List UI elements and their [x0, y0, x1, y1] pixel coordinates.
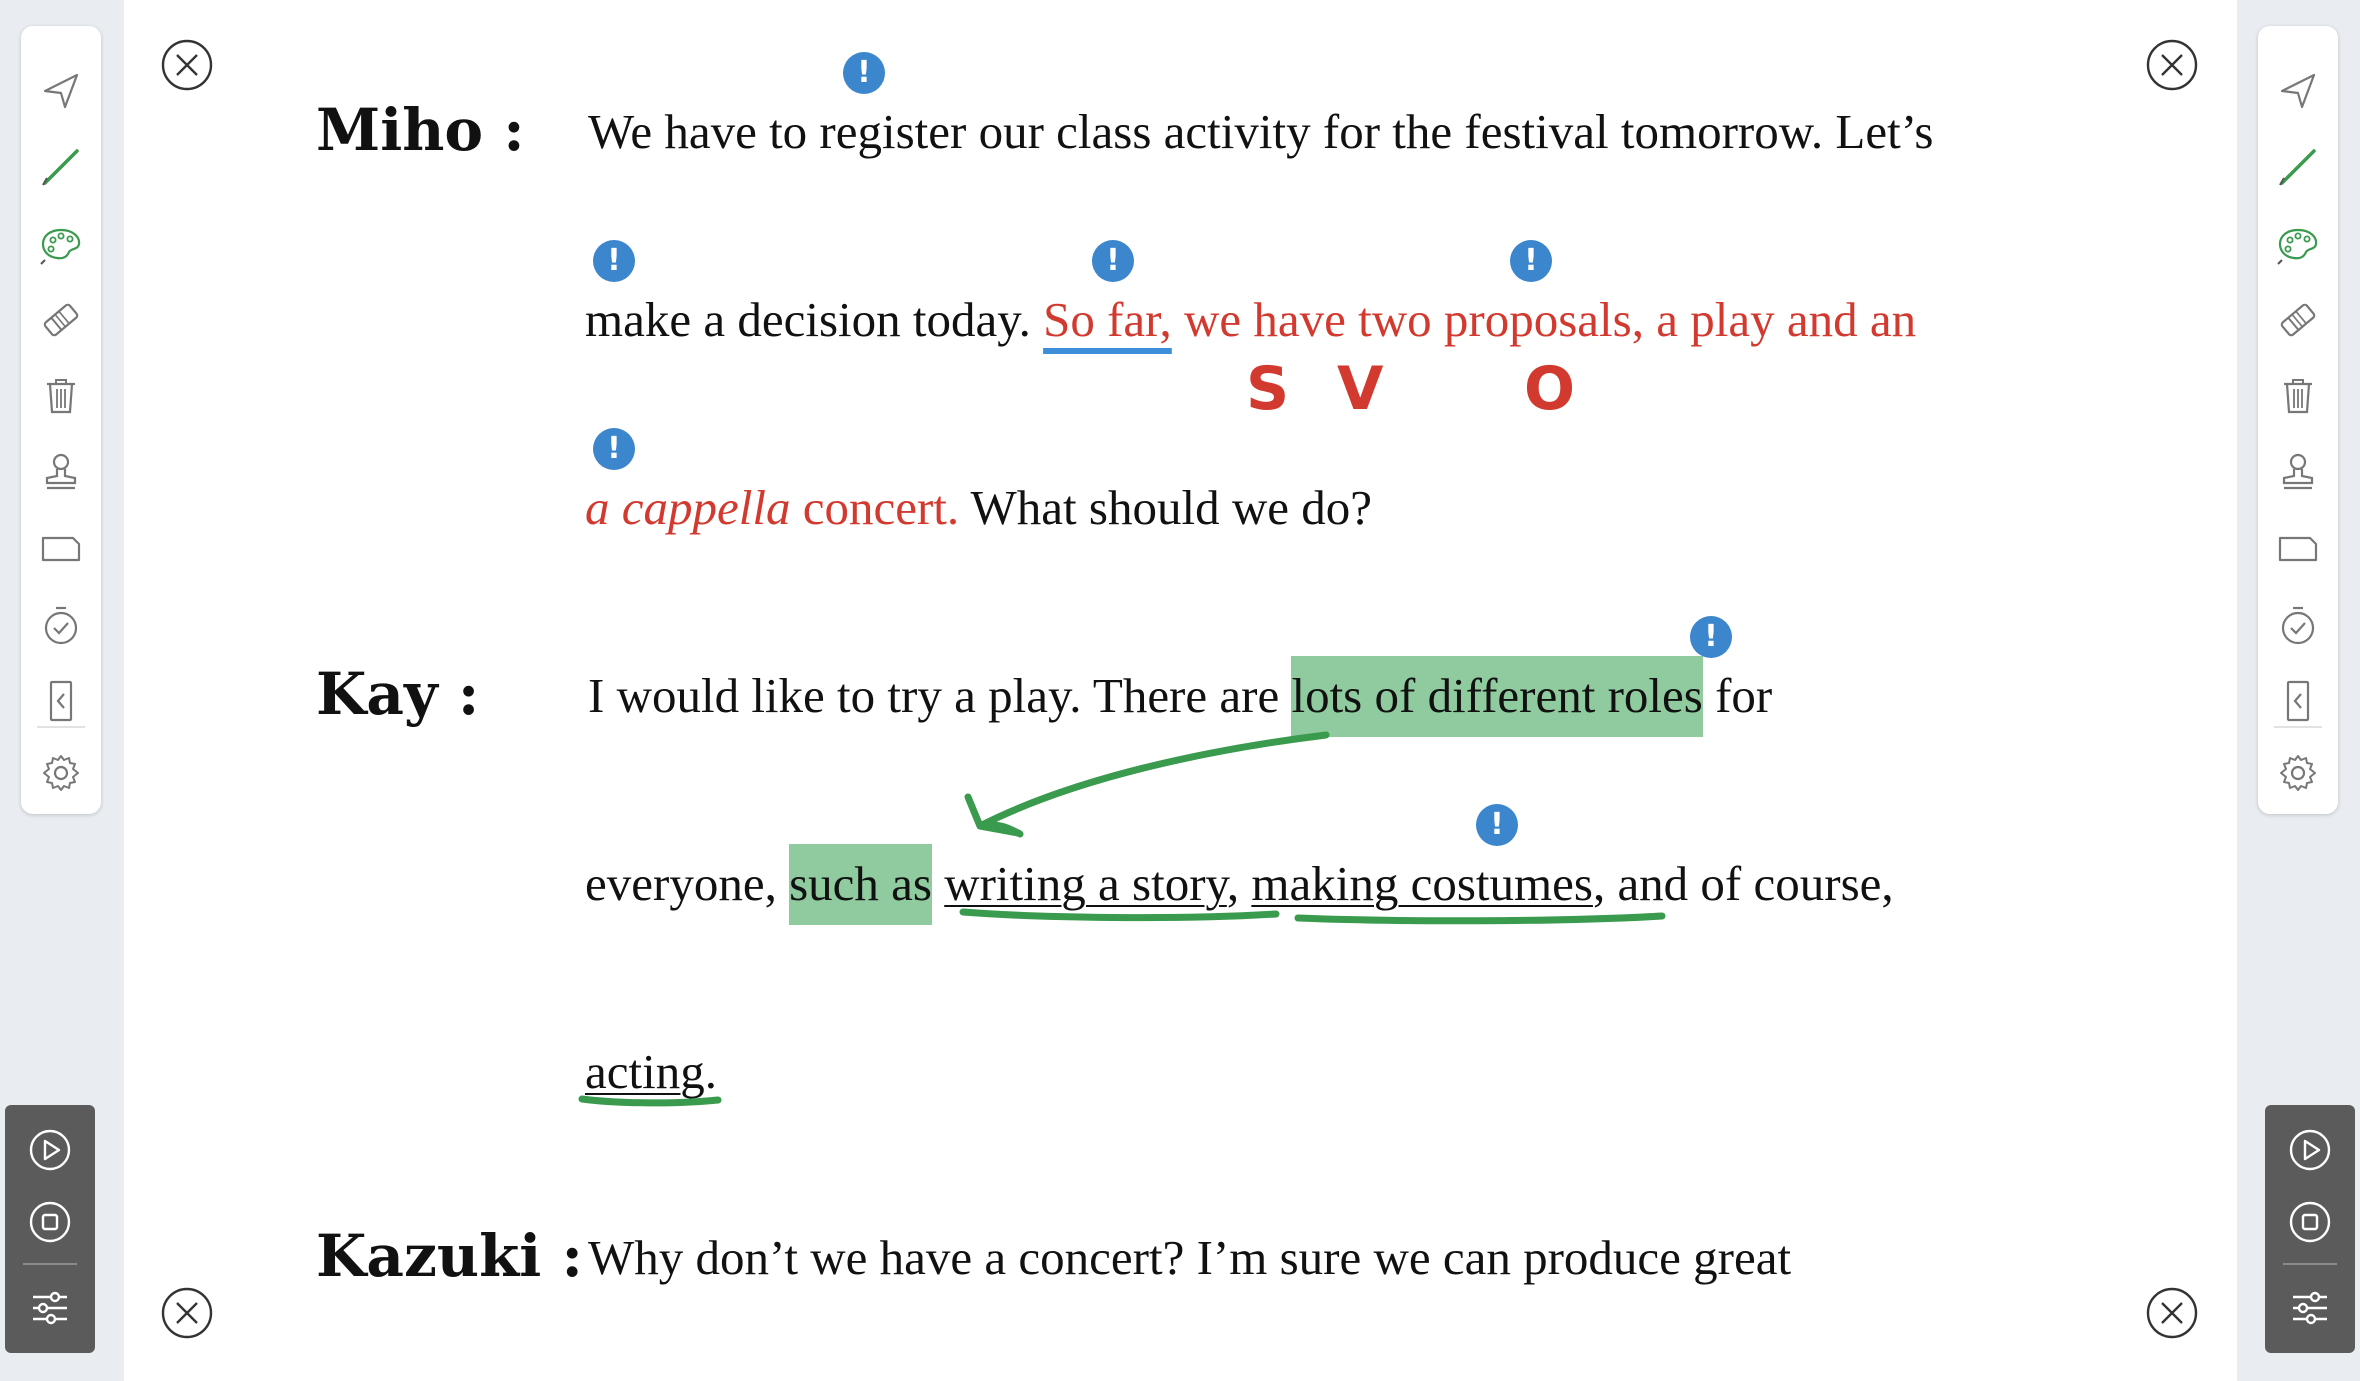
green-arrow-stroke [978, 731, 1330, 838]
green-underline-stroke [959, 908, 1280, 922]
green-underline-stroke [578, 1095, 722, 1107]
ink-layer [578, 731, 1666, 1107]
green-underline-stroke [1294, 912, 1666, 925]
